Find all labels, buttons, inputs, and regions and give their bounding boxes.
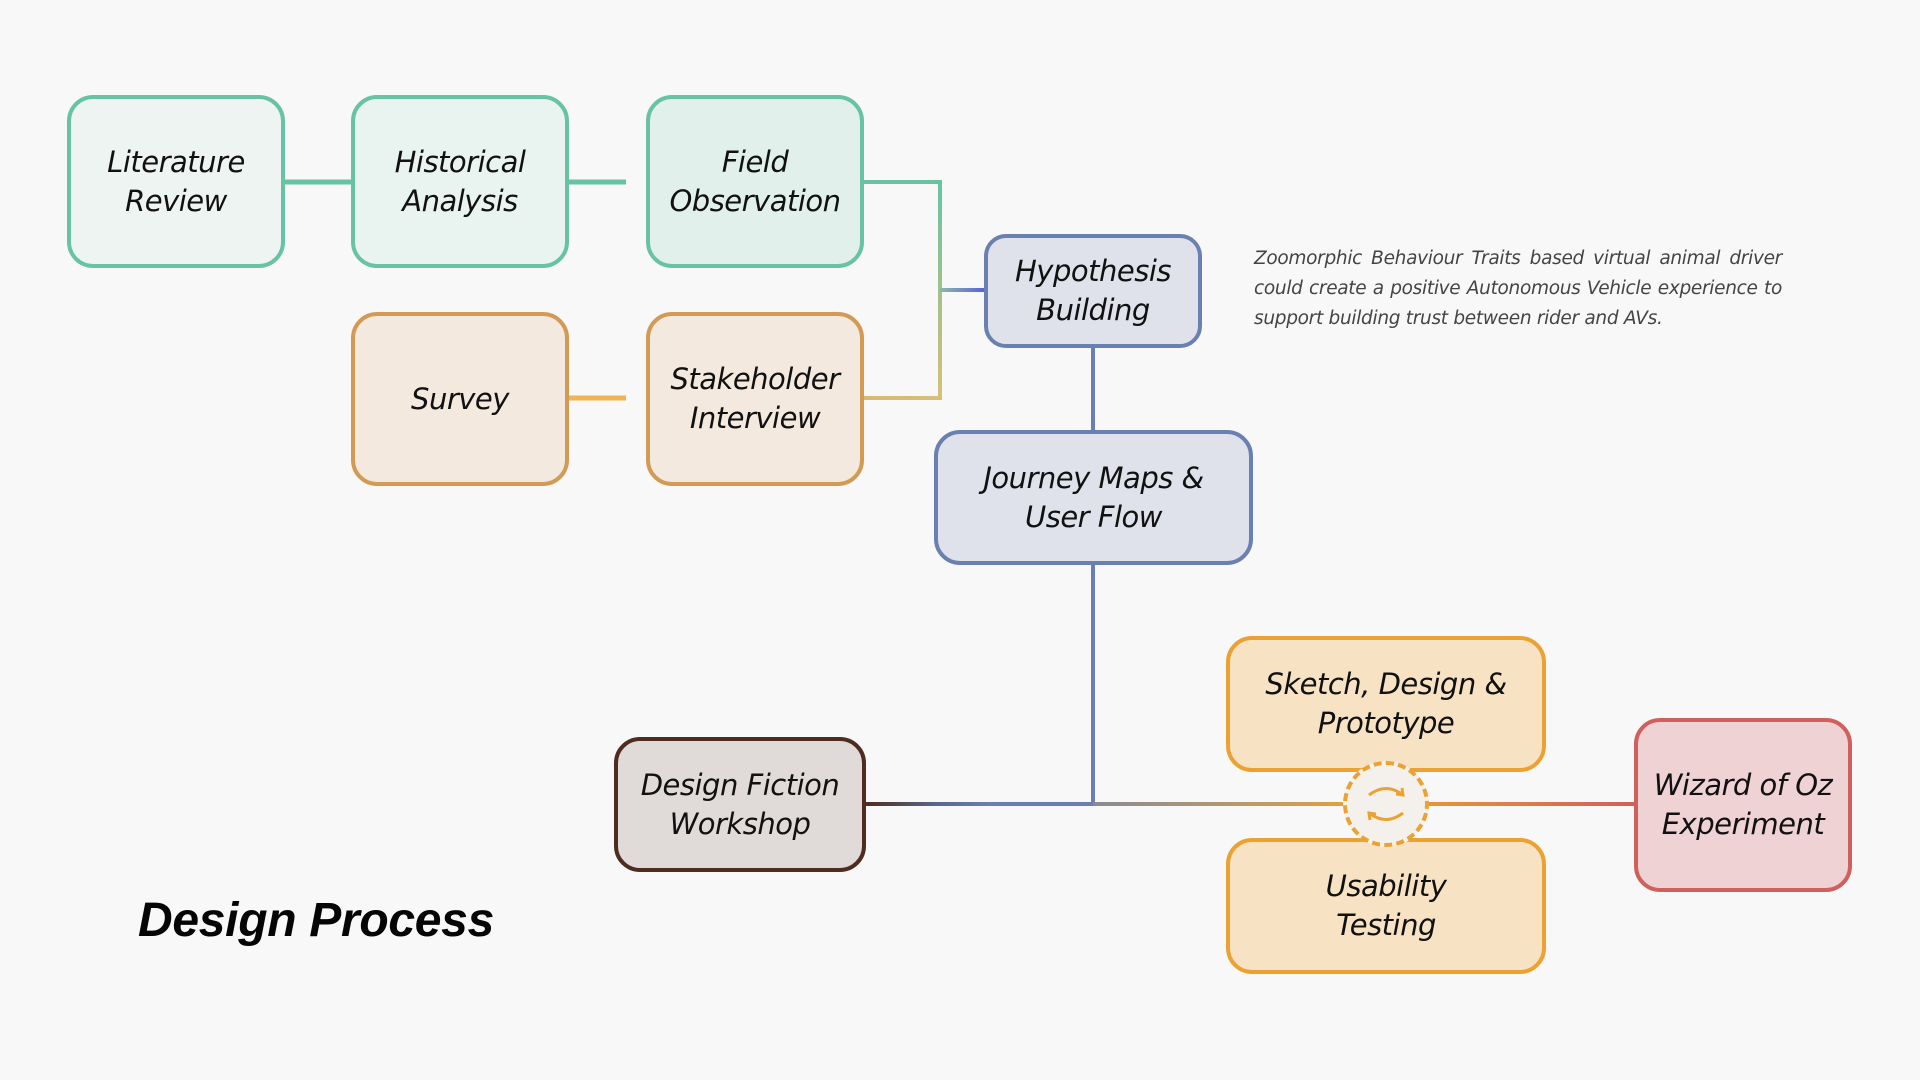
node-label: Journey Maps & User Flow (983, 460, 1204, 534)
iterate-cycle-icon (1367, 787, 1405, 821)
node-field-observation: Field Observation (646, 95, 864, 268)
node-usability-testing: Usability Testing (1226, 838, 1546, 974)
node-label: Sketch, Design & Prototype (1265, 667, 1507, 740)
node-survey: Survey (351, 312, 569, 486)
node-hypothesis-building: Hypothesis Building (984, 234, 1202, 348)
node-label: Field Observation (669, 144, 841, 218)
node-label: Wizard of Oz Experiment (1653, 768, 1833, 841)
node-label: Survey (411, 381, 509, 416)
node-wizard-of-oz: Wizard of Oz Experiment (1634, 718, 1852, 892)
node-historical-analysis: Historical Analysis (351, 95, 569, 268)
node-design-fiction-workshop: Design Fiction Workshop (614, 737, 866, 872)
node-label: Design Fiction Workshop (640, 767, 840, 841)
page-title: Design Process (138, 894, 494, 947)
node-label: Historical Analysis (394, 144, 526, 218)
node-journey-maps: Journey Maps & User Flow (934, 430, 1253, 565)
node-label: Stakeholder Interview (670, 362, 840, 435)
node-label: Literature Review (107, 144, 245, 218)
node-literature-review: Literature Review (67, 95, 285, 268)
node-label: Usability Testing (1325, 869, 1447, 942)
node-label: Hypothesis Building (1015, 254, 1172, 327)
iteration-cycle (1343, 761, 1429, 847)
hypothesis-note: Zoomorphic Behaviour Traits based virtua… (1254, 248, 1782, 329)
node-stakeholder-interview: Stakeholder Interview (646, 312, 864, 486)
node-sketch-design-prototype: Sketch, Design & Prototype (1226, 636, 1546, 772)
